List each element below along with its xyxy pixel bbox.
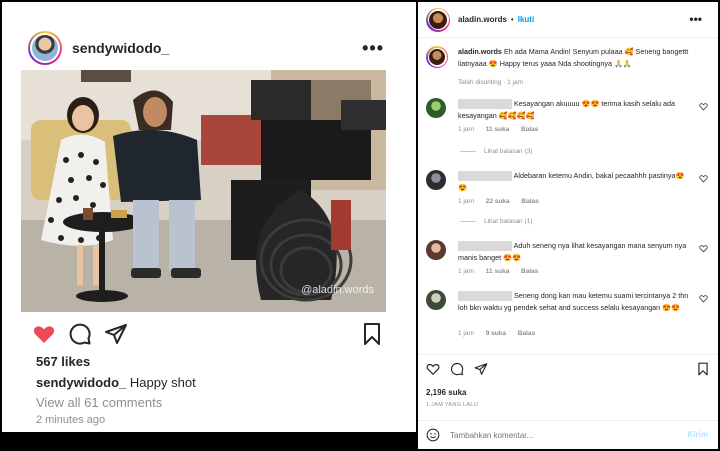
commenter-avatar[interactable] xyxy=(426,170,446,190)
view-replies-link[interactable]: Lihat balasan (3) xyxy=(460,148,532,155)
panel-likes[interactable]: 2,196 suka xyxy=(426,388,466,397)
reply-button[interactable]: Balas xyxy=(518,330,535,337)
reply-button[interactable]: Balas xyxy=(521,198,538,205)
caption-username[interactable]: sendywidodo_ xyxy=(36,375,126,390)
comment-body: Aldebaran ketemu Andin, bakal pecaahhh p… xyxy=(458,170,690,194)
view-all-comments-link[interactable]: View all 61 comments xyxy=(36,395,162,410)
separator-dot: • xyxy=(510,15,514,24)
replies-divider xyxy=(460,221,476,222)
comment-heart-icon[interactable] xyxy=(699,244,708,253)
follow-button[interactable]: Ikuti xyxy=(518,15,534,24)
comment-likes[interactable]: 22 suka xyxy=(486,198,510,205)
view-replies-text[interactable]: Lihat balasan (3) xyxy=(484,148,532,155)
caption-avatar[interactable] xyxy=(426,46,448,68)
comment-meta: 1 jam 9 suka Balas xyxy=(458,330,545,337)
comment-heart-icon[interactable] xyxy=(699,174,708,183)
comment-input[interactable] xyxy=(450,427,670,443)
post-card: sendywidodo_ ••• @aladin.words 567 likes… xyxy=(2,2,416,432)
comment-icon[interactable] xyxy=(68,322,92,346)
caption-body: aladin.words Eh ada Mama Andin! Senyum p… xyxy=(458,46,690,70)
emoji-icon[interactable] xyxy=(426,428,440,442)
comment-likes[interactable]: 9 suka xyxy=(486,330,506,337)
photo-illustration xyxy=(21,70,386,312)
view-replies-text[interactable]: Lihat balasan (1) xyxy=(484,218,532,225)
panel-actions xyxy=(418,354,718,384)
profile-avatar[interactable] xyxy=(28,31,62,65)
comment-time: 1 jam xyxy=(458,268,474,275)
redacted-username xyxy=(458,291,512,302)
comment-time: 1 jam xyxy=(458,198,474,205)
commenter-avatar[interactable] xyxy=(426,240,446,260)
caption-meta: Telah disunting · 1 jam xyxy=(458,79,524,86)
comment-heart-icon[interactable] xyxy=(699,102,708,111)
reply-button[interactable]: Balas xyxy=(521,126,538,133)
view-replies-link[interactable]: Lihat balasan (1) xyxy=(460,218,532,225)
comment-composer: Kirim xyxy=(418,420,718,449)
account-avatar[interactable] xyxy=(426,7,450,32)
comments-panel: aladin.words • Ikuti ••• aladin.words Eh… xyxy=(418,2,718,449)
commenter-avatar[interactable] xyxy=(426,98,446,118)
bookmark-icon[interactable] xyxy=(696,362,710,376)
comment-heart-icon[interactable] xyxy=(699,294,708,303)
send-button[interactable]: Kirim xyxy=(688,430,708,439)
comment-time: 1 jam xyxy=(458,126,474,133)
like-heart-icon[interactable] xyxy=(426,362,440,376)
comment-body: Seneng dong kan mau ketemu suami tercint… xyxy=(458,290,690,314)
panel-header: aladin.words • Ikuti ••• xyxy=(418,2,718,38)
share-icon[interactable] xyxy=(104,322,128,346)
post-username[interactable]: sendywidodo_ xyxy=(72,40,169,56)
comment-body: Kesayangan akuuuu 😍😍 terima kasih selalu… xyxy=(458,98,690,122)
comment-list: aladin.words Eh ada Mama Andin! Senyum p… xyxy=(418,42,718,352)
reply-button[interactable]: Balas xyxy=(521,268,538,275)
like-heart-icon[interactable] xyxy=(32,322,56,346)
post-likes[interactable]: 567 likes xyxy=(36,354,90,369)
comment-icon[interactable] xyxy=(450,362,464,376)
post-timestamp: 2 minutes ago xyxy=(36,414,106,426)
comment-body: Aduh seneng nya lihat kesayangan mana se… xyxy=(458,240,690,264)
bookmark-icon[interactable] xyxy=(360,322,384,346)
replies-divider xyxy=(460,151,476,152)
post-photo[interactable]: @aladin.words xyxy=(21,70,386,312)
more-options-icon[interactable]: ••• xyxy=(362,38,384,59)
account-username[interactable]: aladin.words xyxy=(458,15,507,24)
caption-text: Happy shot xyxy=(129,375,196,390)
post-header: sendywidodo_ ••• xyxy=(28,30,388,66)
screenshot-composite: sendywidodo_ ••• @aladin.words 567 likes… xyxy=(0,0,720,451)
panel-timestamp: 1 JAM YANG LALU xyxy=(426,402,478,408)
comment-meta: 1 jam 22 suka Balas xyxy=(458,198,549,205)
post-caption: sendywidodo_ Happy shot xyxy=(36,375,196,390)
photo-watermark: @aladin.words xyxy=(301,284,374,296)
redacted-username xyxy=(458,171,512,182)
redacted-username xyxy=(458,241,512,252)
comment-likes[interactable]: 11 suka xyxy=(486,126,510,133)
commenter-avatar[interactable] xyxy=(426,290,446,310)
comment-meta: 1 jam 11 suka Balas xyxy=(458,268,548,275)
comment-time: 1 jam xyxy=(458,330,474,337)
comment-meta: 1 jam 11 suka Balas xyxy=(458,126,548,133)
caption-username[interactable]: aladin.words xyxy=(458,47,502,56)
share-icon[interactable] xyxy=(474,362,488,376)
comment-likes[interactable]: 11 suka xyxy=(486,268,510,275)
post-actions xyxy=(32,322,384,348)
more-options-icon[interactable]: ••• xyxy=(689,12,702,26)
redacted-username xyxy=(458,99,512,110)
